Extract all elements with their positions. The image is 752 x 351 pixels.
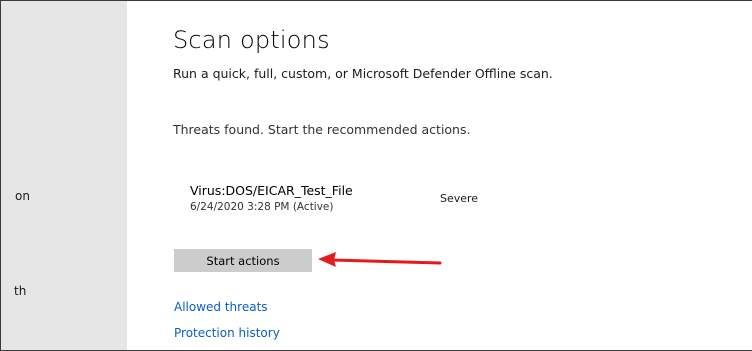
sidebar: on th xyxy=(1,1,127,350)
threat-status-text: Threats found. Start the recommended act… xyxy=(173,122,471,137)
sidebar-item-label-partial[interactable]: th xyxy=(14,284,26,298)
red-arrow-icon xyxy=(318,252,442,267)
scan-description: Run a quick, full, custom, or Microsoft … xyxy=(173,66,553,81)
threat-severity: Severe xyxy=(440,192,479,205)
protection-history-link[interactable]: Protection history xyxy=(174,326,280,340)
sidebar-item-label-partial[interactable]: on xyxy=(15,189,30,203)
start-actions-button[interactable]: Start actions xyxy=(174,249,312,272)
page-title: Scan options xyxy=(173,26,330,54)
allowed-threats-link[interactable]: Allowed threats xyxy=(174,300,268,314)
threat-date: 6/24/2020 3:28 PM (Active) xyxy=(190,201,334,213)
threat-name[interactable]: Virus:DOS/EICAR_Test_File xyxy=(190,183,353,198)
